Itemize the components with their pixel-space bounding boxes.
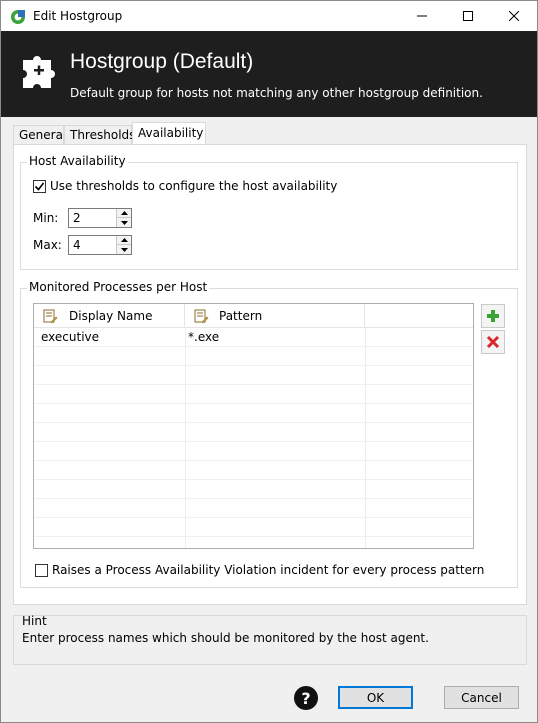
minimize-icon <box>417 15 427 17</box>
min-label: Min: <box>33 211 59 225</box>
min-value[interactable]: 2 <box>73 211 81 225</box>
use-thresholds-label: Use thresholds to configure the host ava… <box>50 179 338 193</box>
table-row-empty <box>34 461 473 480</box>
title-bar: Edit Hostgroup <box>1 1 537 31</box>
delete-x-icon <box>486 335 500 349</box>
close-button[interactable] <box>491 1 537 31</box>
column-label-pattern: Pattern <box>219 309 263 323</box>
table-row-empty <box>34 347 473 366</box>
arrow-down-icon <box>120 247 128 252</box>
table-row[interactable]: executive *.exe <box>34 328 473 347</box>
table-row-empty <box>34 366 473 385</box>
hint-title: Hint <box>22 614 47 628</box>
window-title: Edit Hostgroup <box>33 9 123 23</box>
tab-panel-availability: Host Availability Use thresholds to conf… <box>13 144 527 605</box>
min-decrement-button[interactable] <box>117 218 131 227</box>
page-title: Hostgroup (Default) <box>70 50 254 73</box>
arrow-up-icon <box>120 238 128 242</box>
column-header-pattern[interactable]: Pattern <box>185 304 365 328</box>
tab-thresholds[interactable]: Thresholds <box>64 125 135 145</box>
max-decrement-button[interactable] <box>117 245 131 254</box>
ok-button[interactable]: OK <box>338 686 413 709</box>
cancel-button[interactable]: Cancel <box>444 686 519 709</box>
max-spinner[interactable]: 4 <box>68 235 132 255</box>
tab-availability[interactable]: Availability <box>132 122 206 145</box>
plus-icon <box>487 310 499 322</box>
add-process-button[interactable] <box>481 304 505 328</box>
page-subtitle: Default group for hosts not matching any… <box>70 86 483 100</box>
close-icon <box>509 11 519 21</box>
cell-pattern[interactable]: *.exe <box>188 330 219 344</box>
host-availability-group: Host Availability Use thresholds to conf… <box>20 154 518 270</box>
monitored-processes-label: Monitored Processes per Host <box>27 280 210 294</box>
hint-panel: Hint Enter process names which should be… <box>13 614 527 665</box>
processes-table[interactable]: Display Name Pattern executive *.exe <box>33 303 474 549</box>
table-row-empty <box>34 423 473 442</box>
table-row-empty <box>34 480 473 499</box>
max-label: Max: <box>33 238 62 252</box>
table-row-empty <box>34 499 473 518</box>
tab-general[interactable]: General <box>13 125 66 145</box>
help-question-icon: ? <box>301 688 311 708</box>
arrow-down-icon <box>120 220 128 225</box>
hint-text: Enter process names which should be moni… <box>22 631 429 645</box>
min-spinner[interactable]: 2 <box>68 208 132 228</box>
column-edit-icon <box>42 308 58 324</box>
edit-hostgroup-dialog: Edit Hostgroup Hostgroup (Default) Defau… <box>0 0 538 723</box>
use-thresholds-checkbox[interactable] <box>33 180 46 193</box>
max-value[interactable]: 4 <box>73 238 81 252</box>
cell-display-name[interactable]: executive <box>41 330 99 344</box>
max-increment-button[interactable] <box>117 236 131 245</box>
column-edit-icon <box>193 308 209 324</box>
raise-violation-label: Raises a Process Availability Violation … <box>52 563 485 577</box>
column-label-display-name: Display Name <box>69 309 153 323</box>
checkmark-icon <box>34 182 45 191</box>
maximize-icon <box>463 11 473 21</box>
host-availability-label: Host Availability <box>27 154 128 168</box>
app-logo-icon <box>10 9 26 25</box>
help-button[interactable]: ? <box>294 686 318 710</box>
table-row-empty <box>34 404 473 423</box>
column-header-display-name[interactable]: Display Name <box>34 304 185 328</box>
min-increment-button[interactable] <box>117 209 131 218</box>
table-header: Display Name Pattern <box>34 304 473 328</box>
hostgroup-puzzle-icon <box>19 52 59 92</box>
maximize-button[interactable] <box>445 1 491 31</box>
arrow-up-icon <box>120 211 128 215</box>
table-row-empty <box>34 442 473 461</box>
header-banner: Hostgroup (Default) Default group for ho… <box>1 31 537 117</box>
table-row-empty <box>34 385 473 404</box>
raise-violation-checkbox[interactable] <box>35 564 48 577</box>
table-row-empty <box>34 518 473 537</box>
minimize-button[interactable] <box>399 1 445 31</box>
min-spinner-buttons <box>116 209 131 227</box>
max-spinner-buttons <box>116 236 131 254</box>
remove-process-button[interactable] <box>481 330 505 354</box>
